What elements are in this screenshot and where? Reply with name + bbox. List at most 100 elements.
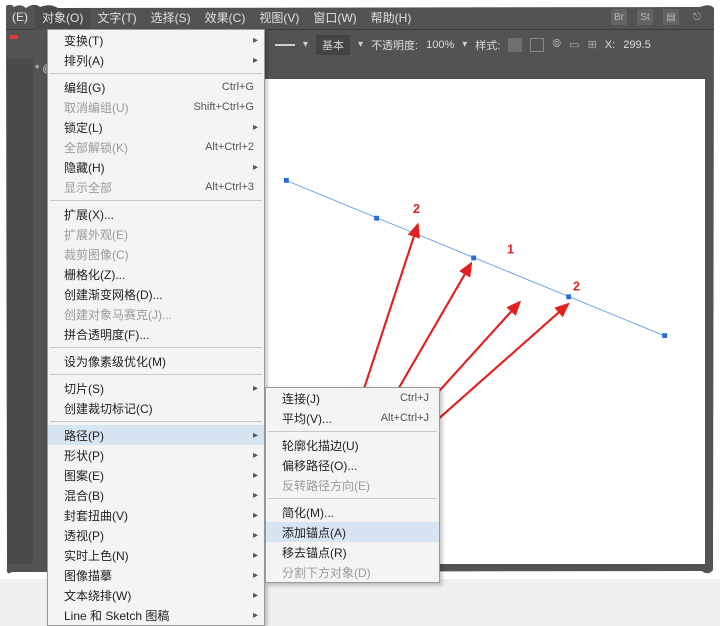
menu-item: 分割下方对象(D) xyxy=(266,562,439,582)
submenu-arrow-icon: ▸ xyxy=(253,530,258,541)
menubar-icon-group: Br St ▤ ⎋ xyxy=(611,9,715,25)
stroke-preview-icon[interactable] xyxy=(275,44,295,46)
menu-object[interactable]: 对象(O) xyxy=(35,5,90,30)
menu-item-label: 变换(T) xyxy=(64,32,254,49)
chip-dropdown-icon[interactable]: ▾ xyxy=(358,39,363,50)
opacity-value[interactable]: 100% xyxy=(426,39,454,51)
menu-item-label: 平均(V)... xyxy=(282,410,381,427)
menu-item[interactable]: 隐藏(H)▸ xyxy=(48,157,264,177)
menu-item[interactable]: 创建裁切标记(C) xyxy=(48,398,264,418)
object-menu-panel: 变换(T)▸排列(A)▸编组(G)Ctrl+G取消编组(U)Shift+Ctrl… xyxy=(47,29,265,626)
menu-item[interactable]: 透视(P)▸ xyxy=(48,525,264,545)
menu-item[interactable]: 拼合透明度(F)... xyxy=(48,324,264,344)
menu-item: 扩展外观(E) xyxy=(48,224,264,244)
menu-effect[interactable]: 效果(C) xyxy=(198,5,253,30)
menu-item[interactable]: 栅格化(Z)... xyxy=(48,264,264,284)
style-swatch-2[interactable] xyxy=(530,38,544,52)
menu-edit[interactable]: (E) xyxy=(5,6,35,28)
menu-item[interactable]: 设为像素级优化(M) xyxy=(48,351,264,371)
anchor-point[interactable] xyxy=(374,216,379,221)
opacity-label: 不透明度: xyxy=(371,37,418,53)
menu-item[interactable]: 图案(E)▸ xyxy=(48,465,264,485)
menu-item[interactable]: 切片(S)▸ xyxy=(48,378,264,398)
menu-item[interactable]: 编组(G)Ctrl+G xyxy=(48,77,264,97)
x-label: X: xyxy=(605,39,615,51)
menu-item[interactable]: 轮廓化描边(U) xyxy=(266,435,439,455)
menu-item[interactable]: 平均(V)...Alt+Ctrl+J xyxy=(266,408,439,428)
shape-icon[interactable]: ⊞ xyxy=(588,38,597,51)
stroke-dropdown-icon[interactable]: ▾ xyxy=(303,39,308,50)
submenu-arrow-icon: ▸ xyxy=(253,430,258,441)
align-icon[interactable]: ⦾ xyxy=(552,38,561,51)
menu-type[interactable]: 文字(T) xyxy=(90,5,143,30)
stock-icon[interactable]: St xyxy=(637,9,653,25)
submenu-arrow-icon: ▸ xyxy=(253,610,258,621)
submenu-arrow-icon: ▸ xyxy=(253,35,258,46)
submenu-arrow-icon: ▸ xyxy=(253,450,258,461)
gpu-icon[interactable]: ⎋ xyxy=(689,9,705,25)
submenu-arrow-icon: ▸ xyxy=(253,122,258,133)
menu-item-label: 形状(P) xyxy=(64,447,254,464)
menu-view[interactable]: 视图(V) xyxy=(252,5,306,30)
edit-menu-fragment xyxy=(10,35,18,39)
style-swatch[interactable] xyxy=(508,38,522,52)
menu-item[interactable]: 文本绕排(W)▸ xyxy=(48,585,264,605)
menu-item[interactable]: 排列(A)▸ xyxy=(48,50,264,70)
submenu-arrow-icon: ▸ xyxy=(253,470,258,481)
menu-item-label: 轮廓化描边(U) xyxy=(282,437,429,454)
bridge-icon[interactable]: Br xyxy=(611,9,627,25)
menu-item-shortcut: Ctrl+G xyxy=(222,81,254,93)
menu-item-shortcut: Alt+Ctrl+3 xyxy=(205,181,254,193)
menu-item[interactable]: 偏移路径(O)... xyxy=(266,455,439,475)
menu-item[interactable]: 添加锚点(A) xyxy=(266,522,439,542)
menu-item[interactable]: 实时上色(N)▸ xyxy=(48,545,264,565)
menu-item-label: 连接(J) xyxy=(282,390,400,407)
menu-item-label: 创建对象马赛克(J)... xyxy=(64,306,254,323)
menu-item-shortcut: Alt+Ctrl+J xyxy=(381,412,429,424)
anchor-point[interactable] xyxy=(471,256,476,261)
menu-item[interactable]: 移去锚点(R) xyxy=(266,542,439,562)
menu-select[interactable]: 选择(S) xyxy=(144,5,198,30)
submenu-arrow-icon: ▸ xyxy=(253,550,258,561)
menu-item[interactable]: 混合(B)▸ xyxy=(48,485,264,505)
menu-item[interactable]: 锁定(L)▸ xyxy=(48,117,264,137)
menu-item-label: 移去锚点(R) xyxy=(282,544,429,561)
menu-item[interactable]: 连接(J)Ctrl+J xyxy=(266,388,439,408)
menu-item: 反转路径方向(E) xyxy=(266,475,439,495)
menu-item-label: 排列(A) xyxy=(64,52,254,69)
transform-icon[interactable]: ▭ xyxy=(569,38,579,51)
basic-appearance-chip[interactable]: 基本 xyxy=(316,35,350,55)
menu-item-label: 偏移路径(O)... xyxy=(282,457,429,474)
arrange-documents-icon[interactable]: ▤ xyxy=(663,9,679,25)
menu-item-label: 混合(B) xyxy=(64,487,254,504)
opacity-dropdown-icon[interactable]: ▾ xyxy=(462,39,467,50)
menu-item[interactable]: Line 和 Sketch 图稿▸ xyxy=(48,605,264,625)
anchor-point[interactable] xyxy=(662,333,667,338)
menu-item-label: 分割下方对象(D) xyxy=(282,564,429,581)
x-value[interactable]: 299.5 xyxy=(623,39,651,51)
main-menubar: (E) 对象(O) 文字(T) 选择(S) 效果(C) 视图(V) 窗口(W) … xyxy=(5,5,715,29)
menu-item-shortcut: Ctrl+J xyxy=(400,392,429,404)
menu-item: 裁剪图像(C) xyxy=(48,244,264,264)
menu-item-label: 反转路径方向(E) xyxy=(282,477,429,494)
menu-help[interactable]: 帮助(H) xyxy=(364,5,419,30)
anchor-point[interactable] xyxy=(284,178,289,183)
menu-item[interactable]: 图像描摹▸ xyxy=(48,565,264,585)
menu-item-label: 创建渐变网格(D)... xyxy=(64,286,254,303)
menu-item[interactable]: 简化(M)... xyxy=(266,502,439,522)
menu-window[interactable]: 窗口(W) xyxy=(306,5,363,30)
menu-item[interactable]: 封套扭曲(V)▸ xyxy=(48,505,264,525)
menu-item-label: 简化(M)... xyxy=(282,504,429,521)
menu-item[interactable]: 变换(T)▸ xyxy=(48,30,264,50)
anchor-point[interactable] xyxy=(566,294,571,299)
menu-item-label: 栅格化(Z)... xyxy=(64,266,254,283)
menu-item-label: 路径(P) xyxy=(64,427,254,444)
menu-item[interactable]: 创建渐变网格(D)... xyxy=(48,284,264,304)
annotation-label-2b: 2 xyxy=(573,279,580,293)
menu-item: 显示全部Alt+Ctrl+3 xyxy=(48,177,264,197)
menu-item[interactable]: 扩展(X)... xyxy=(48,204,264,224)
menu-item[interactable]: 路径(P)▸ xyxy=(48,425,264,445)
menu-item[interactable]: 形状(P)▸ xyxy=(48,445,264,465)
menu-item-label: 封套扭曲(V) xyxy=(64,507,254,524)
path-line xyxy=(287,181,665,336)
